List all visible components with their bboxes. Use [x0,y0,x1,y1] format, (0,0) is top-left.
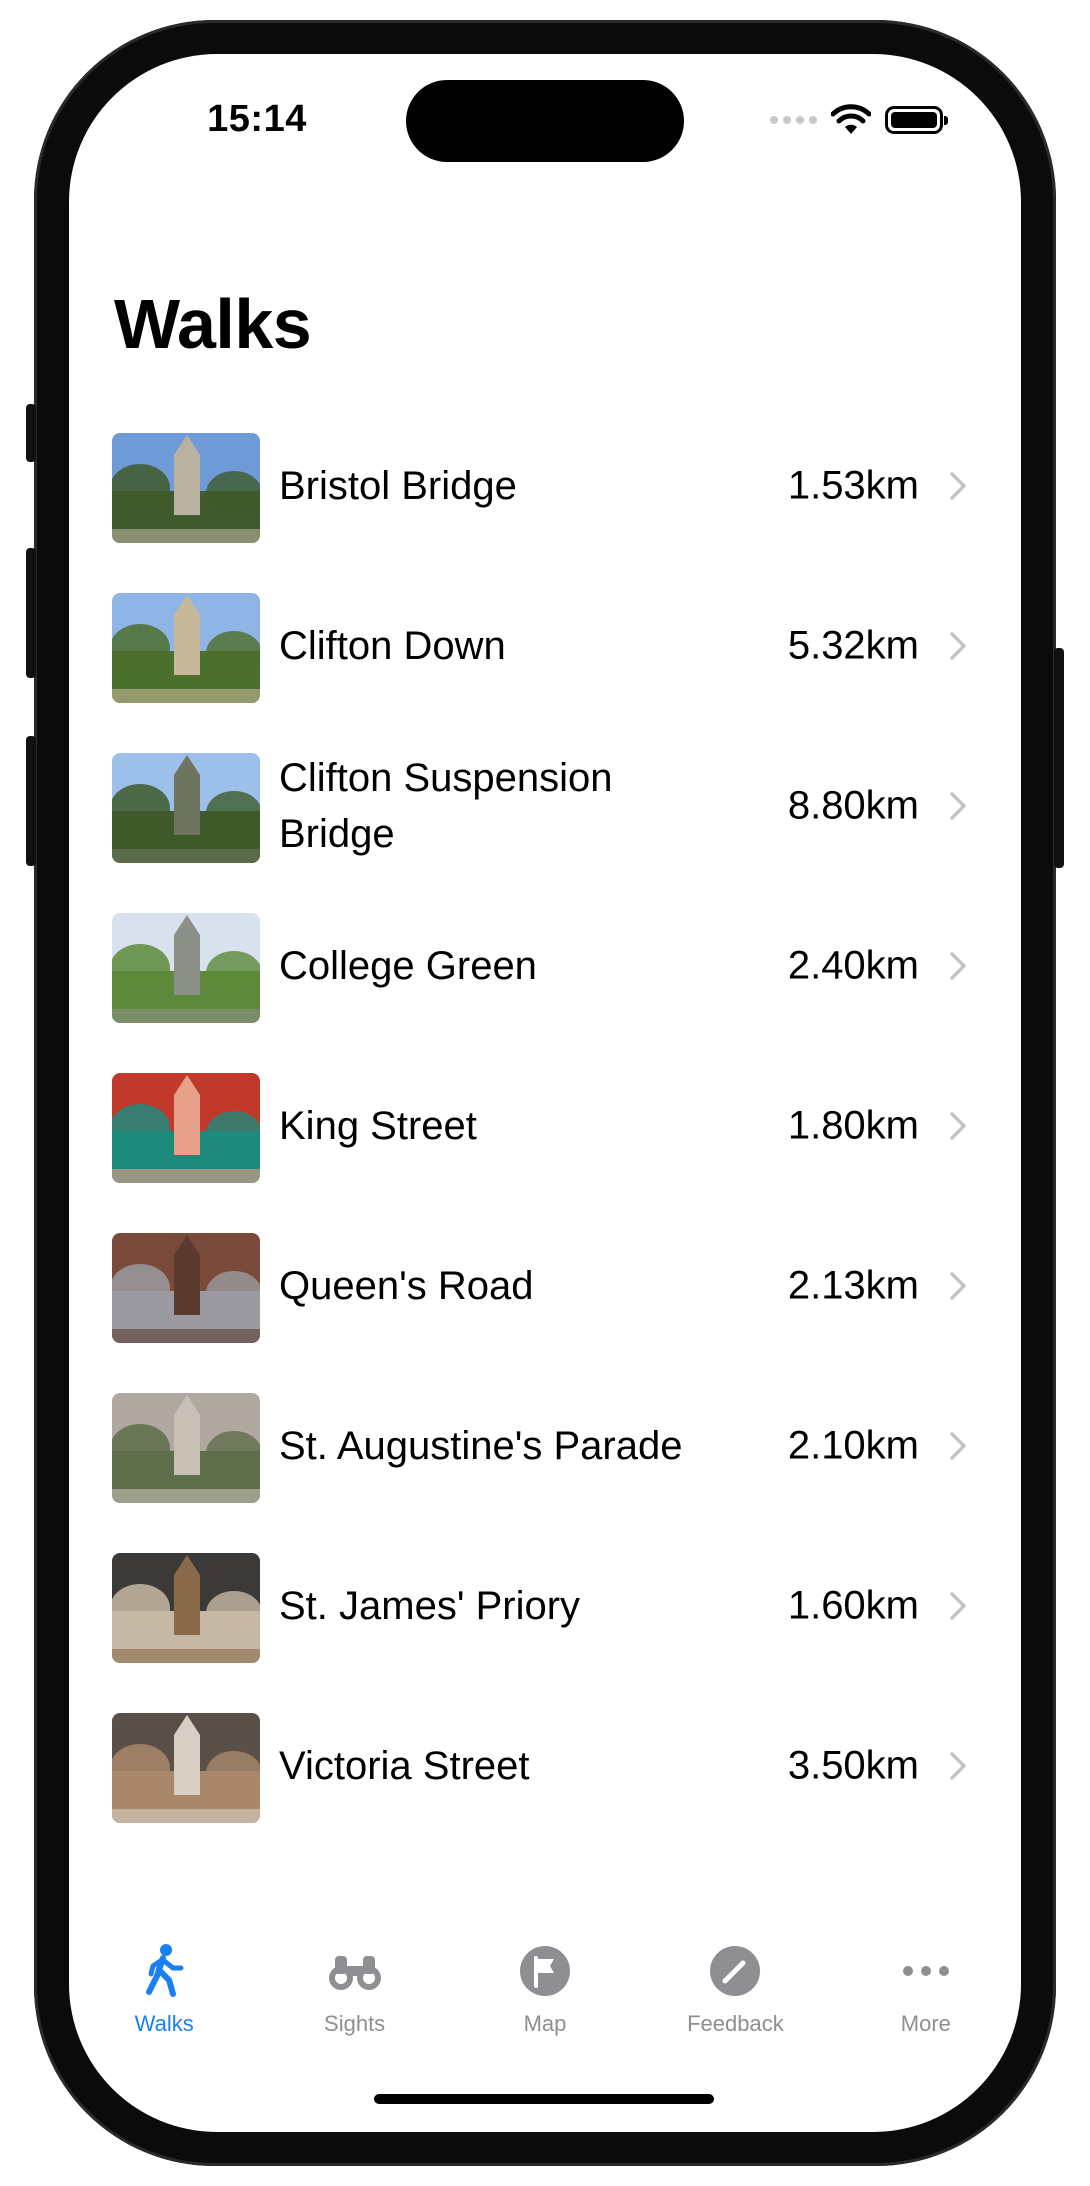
walk-distance: 2.10km [787,1423,919,1468]
chevron-right-icon [949,1271,967,1301]
walk-distance: 1.53km [787,463,919,508]
walk-distance: 2.13km [787,1263,919,1308]
screen: 15:14 Walks Bristol Bridge 1.53km Clifton … [69,54,1021,2132]
walk-distance: 5.32km [787,623,919,668]
canvas: 15:14 Walks Bristol Bridge 1.53km Clifton … [0,0,1090,2186]
power-button [1054,648,1064,868]
tab-label: Walks [134,2011,194,2036]
walk-row[interactable]: Victoria Street 3.50km [69,1686,1021,1846]
dynamic-island [406,80,684,162]
walk-distance: 3.50km [787,1743,919,1788]
walk-row[interactable]: Bristol Bridge 1.53km [69,406,1021,566]
volume-up-button [26,548,36,678]
chevron-right-icon [949,1751,967,1781]
walking-figure-icon [135,1942,193,2005]
walk-distance: 1.60km [787,1583,919,1628]
walk-name: St. Augustine's Parade [279,1424,683,1468]
walk-row[interactable]: College Green 2.40km [69,886,1021,1046]
page-title: Walks [114,285,312,363]
chevron-right-icon [949,631,967,661]
walk-name: King Street [279,1104,477,1148]
walk-list: Bristol Bridge 1.53km Clifton Down 5.32km Cl… [69,406,1021,1846]
walk-distance: 2.40km [787,943,919,988]
walk-name: Clifton Down [279,624,506,668]
tab-bar: Walks Sights Map Feedback More [69,1934,1021,2064]
chevron-right-icon [949,1431,967,1461]
walk-distance: 1.80km [787,1103,919,1148]
chevron-right-icon [949,791,967,821]
volume-down-button [26,736,36,866]
cellular-signal-icon [770,116,817,124]
walk-row[interactable]: Queen's Road 2.13km [69,1206,1021,1366]
walk-name: Victoria Street [279,1744,530,1788]
status-icons [770,100,948,140]
status-time: 15:14 [207,98,307,140]
chevron-right-icon [949,951,967,981]
walk-thumbnail [112,1073,260,1183]
pencil-circle-icon [706,1942,764,2005]
tab-more[interactable]: More [831,1934,1021,2064]
walk-row[interactable]: Clifton Suspension Bridge 8.80km [69,726,1021,886]
battery-icon [885,106,948,134]
walk-row[interactable]: St. Augustine's Parade 2.10km [69,1366,1021,1526]
walk-name: Bristol Bridge [279,464,517,508]
flag-circle-icon [516,1942,574,2005]
home-indicator[interactable] [374,2094,714,2104]
walk-thumbnail [112,1393,260,1503]
walk-name: St. James' Priory [279,1584,581,1628]
tab-label: Sights [324,2011,386,2036]
tab-feedback[interactable]: Feedback [640,1934,830,2064]
chevron-right-icon [949,1591,967,1621]
action-button [26,404,36,462]
walk-thumbnail [112,913,260,1023]
walk-name: College Green [279,944,537,988]
walk-thumbnail [112,593,260,703]
tab-label: More [900,2011,951,2036]
walk-thumbnail [112,1713,260,1823]
tab-map[interactable]: Map [450,1934,640,2064]
walk-row[interactable]: Clifton Down 5.32km [69,566,1021,726]
walk-thumbnail [112,753,260,863]
tab-walks[interactable]: Walks [69,1934,259,2064]
chevron-right-icon [949,1111,967,1141]
walk-thumbnail [112,433,260,543]
walk-row[interactable]: St. James' Priory 1.60km [69,1526,1021,1686]
wifi-icon [831,104,871,134]
ellipsis-icon [897,1942,955,2005]
walk-thumbnail [112,1553,260,1663]
binoculars-icon [326,1942,384,2005]
walk-name: Clifton Suspension Bridge [279,756,613,856]
tab-sights[interactable]: Sights [259,1934,449,2064]
tab-label: Feedback [687,2011,784,2036]
chevron-right-icon [949,471,967,501]
walk-thumbnail [112,1233,260,1343]
walk-name: Queen's Road [279,1264,534,1308]
tab-label: Map [523,2011,567,2036]
walk-distance: 8.80km [787,783,919,828]
walk-row[interactable]: King Street 1.80km [69,1046,1021,1206]
